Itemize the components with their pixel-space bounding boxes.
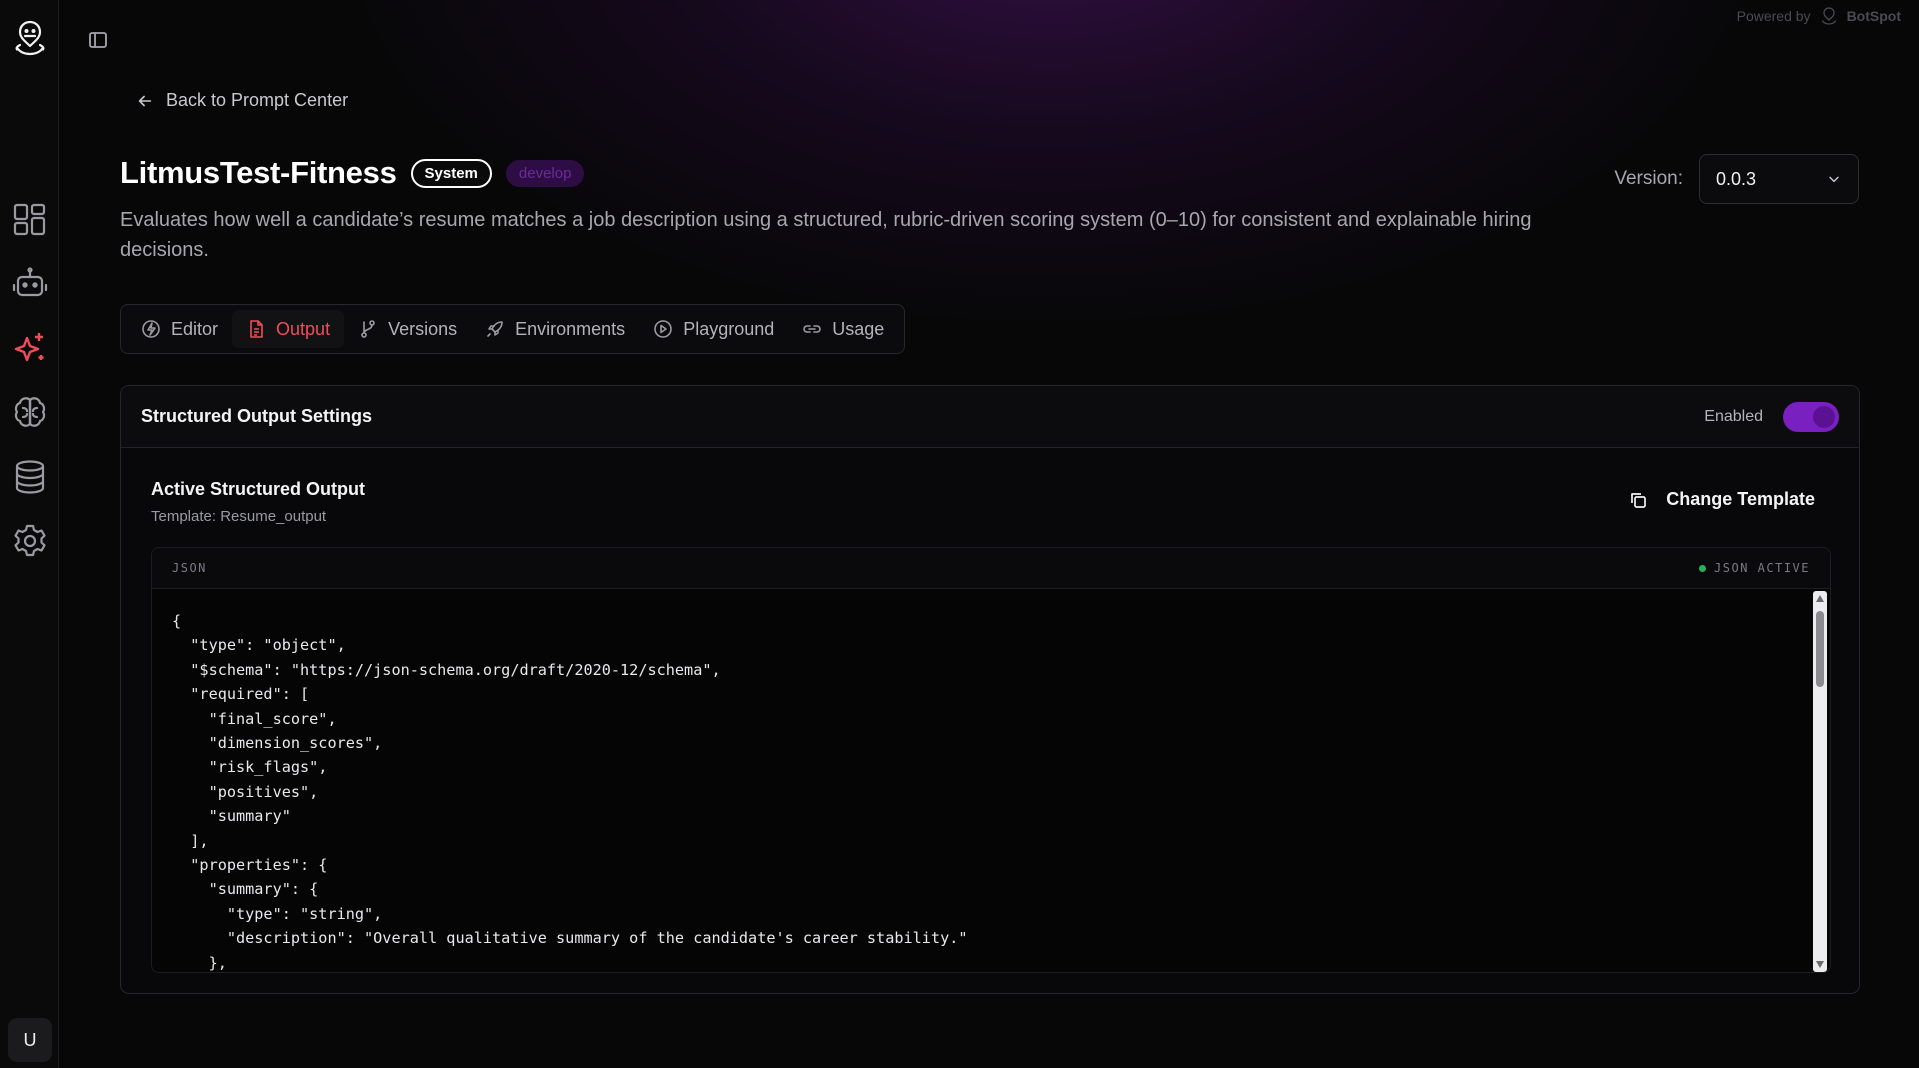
json-code-viewer: JSON JSON ACTIVE { "type": "object", "$s… — [151, 547, 1831, 973]
enabled-toggle[interactable] — [1783, 401, 1839, 432]
back-link[interactable]: Back to Prompt Center — [136, 90, 348, 111]
gear-icon — [14, 524, 46, 557]
back-link-label: Back to Prompt Center — [166, 90, 349, 110]
app-window: U Powered by BotSpot Back to Prompt Cent… — [0, 0, 1919, 1068]
template-name: Template: Resume_output — [151, 508, 327, 525]
chevron-down-icon — [1829, 176, 1839, 183]
tab-versions[interactable]: Versions — [344, 310, 471, 348]
play-icon — [654, 320, 672, 338]
enabled-label: Enabled — [1704, 407, 1763, 425]
botspot-small-logo-icon — [1821, 7, 1836, 25]
enabled-toggle-group: Enabled — [1704, 401, 1839, 432]
sidebar-item-dashboard[interactable] — [9, 199, 51, 241]
sidebar-item-prompts[interactable] — [9, 327, 51, 369]
change-template-label: Change Template — [1666, 489, 1815, 509]
rocket-icon — [487, 321, 503, 337]
tab-editor-label: Editor — [171, 318, 219, 339]
code-body[interactable]: { "type": "object", "$schema": "https://… — [152, 589, 1810, 972]
card-header: Structured Output Settings Enabled — [121, 386, 1859, 448]
tab-output[interactable]: Output — [232, 310, 345, 348]
powered-by-label: Powered by — [1736, 8, 1811, 24]
brain-icon — [14, 397, 46, 427]
tab-versions-label: Versions — [388, 318, 458, 339]
sidebar-item-settings[interactable] — [9, 520, 51, 562]
tab-output-label: Output — [276, 318, 331, 339]
status-dot-icon — [1699, 564, 1707, 572]
robot-icon — [12, 267, 48, 297]
prompt-description: Evaluates how well a candidate’s resume … — [120, 209, 1532, 261]
title-row: LitmusTest-Fitness System develop — [120, 155, 585, 191]
version-select[interactable]: 0.0.3 — [1699, 154, 1859, 204]
active-output-title: Active Structured Output — [151, 479, 366, 499]
json-status-label: JSON ACTIVE — [1714, 561, 1810, 575]
database-icon — [15, 460, 45, 494]
tab-usage[interactable]: Usage — [788, 310, 898, 348]
tab-environments[interactable]: Environments — [471, 310, 639, 348]
panel-left-icon — [89, 32, 107, 48]
structured-output-card: Structured Output Settings Enabled Activ… — [120, 385, 1860, 994]
botspot-logo-icon[interactable] — [10, 18, 50, 58]
json-schema-code: { "type": "object", "$schema": "https://… — [172, 612, 968, 972]
tab-bar: Editor Output Versions Environments Play… — [120, 304, 906, 354]
arrow-left-icon — [138, 95, 152, 106]
scroll-down-arrow-icon[interactable] — [1816, 961, 1824, 968]
sidebar-toggle-button[interactable] — [86, 28, 110, 52]
version-label: Version: — [1614, 168, 1683, 189]
link-icon — [803, 325, 821, 333]
scroll-thumb[interactable] — [1816, 611, 1824, 687]
system-badge: System — [410, 158, 492, 188]
bolt-icon — [142, 320, 160, 338]
sparkles-icon — [14, 333, 44, 362]
change-template-button[interactable]: Change Template — [1628, 489, 1815, 510]
avatar[interactable]: U — [8, 1018, 52, 1062]
sidebar: U — [0, 0, 59, 1068]
powered-by-brand: BotSpot — [1846, 8, 1901, 24]
file-icon — [250, 320, 263, 338]
tab-environments-label: Environments — [515, 318, 626, 339]
code-header: JSON JSON ACTIVE — [152, 548, 1830, 589]
tab-usage-label: Usage — [832, 318, 885, 339]
code-language-label: JSON — [172, 561, 207, 575]
card-title: Structured Output Settings — [141, 406, 372, 426]
scroll-up-arrow-icon[interactable] — [1816, 595, 1824, 602]
avatar-initial: U — [23, 1029, 37, 1050]
version-picker: Version: 0.0.3 — [1614, 154, 1859, 204]
tab-playground[interactable]: Playground — [639, 310, 788, 348]
page-title: LitmusTest-Fitness — [120, 155, 397, 190]
version-value: 0.0.3 — [1716, 168, 1757, 189]
sidebar-item-knowledge[interactable] — [9, 392, 51, 434]
json-status: JSON ACTIVE — [1699, 561, 1810, 575]
grid-icon — [13, 203, 46, 236]
branch-icon — [361, 320, 375, 338]
sidebar-item-bots[interactable] — [9, 263, 51, 305]
sidebar-item-database[interactable] — [9, 456, 51, 498]
tab-editor[interactable]: Editor — [127, 310, 232, 348]
code-scrollbar[interactable] — [1813, 591, 1827, 972]
environment-badge: develop — [505, 159, 585, 187]
tab-playground-label: Playground — [683, 318, 775, 339]
copy-icon — [1631, 492, 1647, 508]
powered-by: Powered by BotSpot — [1737, 6, 1901, 26]
